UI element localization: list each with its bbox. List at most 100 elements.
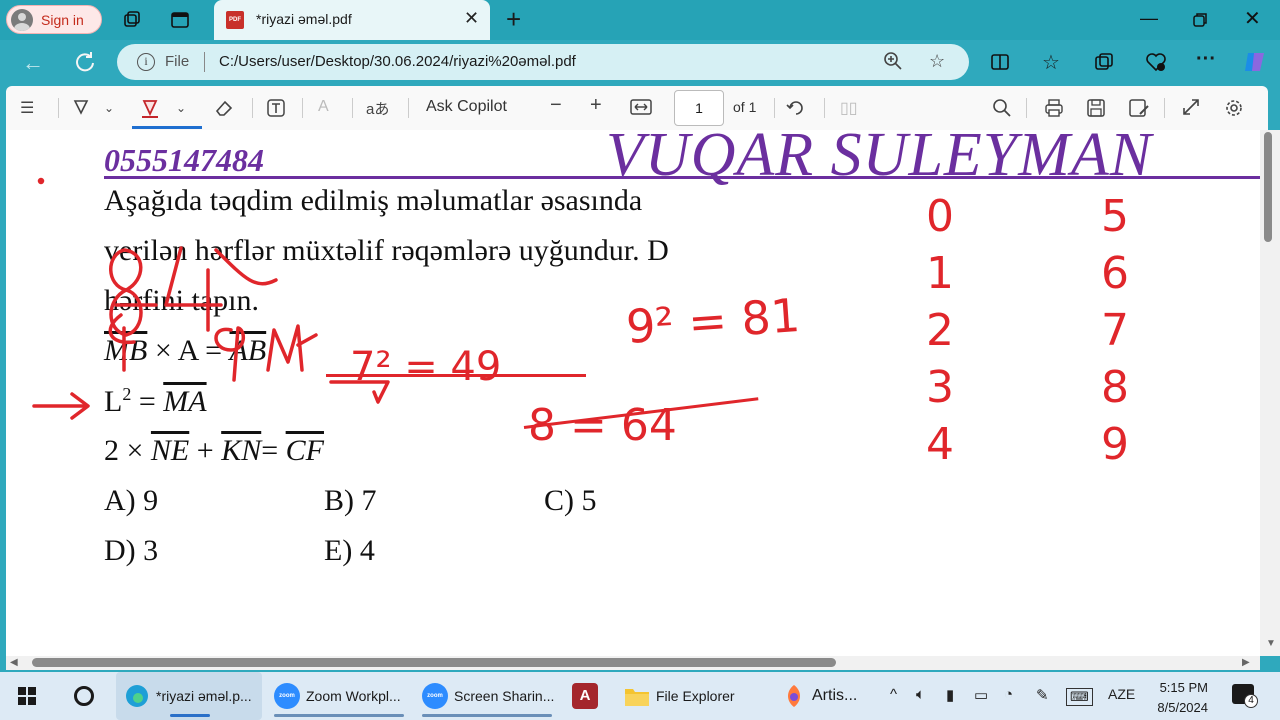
print-icon[interactable] <box>1044 98 1064 118</box>
settings-gear-icon[interactable] <box>1224 98 1244 118</box>
vertical-tabs-icon[interactable] <box>170 10 190 30</box>
address-separator <box>204 52 205 72</box>
minimize-button[interactable]: — <box>1140 8 1158 29</box>
ink-right-2: 7 <box>1101 305 1129 356</box>
fullscreen-icon[interactable] <box>1182 98 1200 116</box>
scroll-down-icon[interactable]: ▼ <box>1266 638 1276 649</box>
ink-strike-1 <box>326 374 586 377</box>
taskbar-screen-sharing[interactable]: zoom Screen Sharin... <box>422 672 554 720</box>
add-text-icon[interactable] <box>266 98 286 118</box>
taskbar-zoom-workplace[interactable]: zoom Zoom Workpl... <box>274 672 401 720</box>
highlight-dropdown-icon[interactable]: ⌄ <box>104 101 114 115</box>
clock-time: 5:15 PM <box>1159 680 1208 695</box>
toolbar-separator <box>1164 98 1165 118</box>
sign-in-label: Sign in <box>41 11 84 28</box>
browser-essentials-icon[interactable] <box>1145 52 1167 72</box>
erase-icon[interactable] <box>214 98 234 118</box>
title-bar: Sign in PDF *riyazi əməl.pdf ✕ + — ✕ <box>0 0 1280 40</box>
vertical-scrollbar[interactable]: ▼ <box>1260 130 1280 656</box>
refresh-icon[interactable] <box>74 51 96 73</box>
restore-button[interactable] <box>1192 12 1208 28</box>
ink-calc-2: 7² = 49 <box>350 344 502 390</box>
contents-icon[interactable]: ☰ <box>20 98 34 118</box>
page-view-icon: ▯▯ <box>840 100 858 117</box>
read-aloud-icon[interactable]: aあ <box>366 98 389 119</box>
highlight-icon[interactable] <box>72 98 90 116</box>
split-screen-icon[interactable] <box>990 52 1010 72</box>
favorite-star-icon[interactable]: ☆ <box>929 51 945 72</box>
search-icon[interactable] <box>992 98 1012 118</box>
keyboard-icon[interactable]: ⌨ <box>1066 688 1093 706</box>
ask-copilot-button[interactable]: Ask Copilot <box>426 98 507 116</box>
tab-pdf[interactable]: PDF *riyazi əməl.pdf ✕ <box>214 0 490 40</box>
save-icon[interactable] <box>1086 98 1106 118</box>
info-icon[interactable]: i <box>137 53 155 71</box>
address-prefix: File <box>165 53 190 70</box>
favorites-icon[interactable]: ☆ <box>1042 50 1060 75</box>
notification-count: 4 <box>1244 694 1258 708</box>
vertical-scroll-thumb[interactable] <box>1264 132 1272 242</box>
ink-right-4: 9 <box>1101 419 1129 470</box>
zoom-icon[interactable] <box>883 51 903 71</box>
scroll-right-icon[interactable]: ▶ <box>1242 657 1250 668</box>
new-tab-button[interactable]: + <box>506 4 521 35</box>
taskbar-edge[interactable]: *riyazi əməl.p... <box>116 672 262 720</box>
clock[interactable]: 5:15 PM 8/5/2024 <box>1150 678 1208 718</box>
more-menu-icon[interactable]: ··· <box>1196 48 1216 71</box>
scroll-left-icon[interactable]: ◀ <box>10 657 18 668</box>
ink-right-0: 5 <box>1101 191 1129 242</box>
rotate-icon[interactable] <box>786 98 806 118</box>
wifi-icon[interactable]: ◔ <box>1004 686 1013 703</box>
sign-in-button[interactable]: Sign in <box>6 5 102 34</box>
horizontal-scroll-thumb[interactable] <box>32 658 836 667</box>
folder-icon <box>625 689 649 706</box>
toolbar-separator <box>252 98 253 118</box>
draw-icon[interactable] <box>140 98 160 118</box>
draw-dropdown-icon[interactable]: ⌄ <box>176 101 186 115</box>
zoom-in-icon[interactable]: + <box>590 94 602 117</box>
zoom-out-icon[interactable]: − <box>550 94 562 117</box>
app-indicator <box>274 714 404 717</box>
show-hidden-icons[interactable]: ^ <box>890 686 897 703</box>
language-indicator[interactable]: AZE <box>1108 686 1135 702</box>
taskbar-file-explorer[interactable]: File Explorer <box>624 672 735 720</box>
collections-icon[interactable] <box>1094 52 1114 72</box>
page-number-input[interactable]: 1 <box>674 90 724 126</box>
ink-right-1: 6 <box>1101 248 1129 299</box>
toolbar-separator <box>58 98 59 118</box>
url-text[interactable]: C:/Users/user/Desktop/30.06.2024/riyazi%… <box>219 53 576 70</box>
address-bar[interactable]: i File C:/Users/user/Desktop/30.06.2024/… <box>117 44 969 80</box>
save-as-icon[interactable] <box>1128 98 1150 118</box>
battery-icon[interactable]: ▭ <box>974 686 988 704</box>
ink-left-4: 4 <box>926 419 954 470</box>
windows-start-icon[interactable] <box>18 687 36 705</box>
toolbar-separator <box>302 98 303 118</box>
active-app-indicator <box>170 714 210 717</box>
fit-to-page-icon[interactable] <box>630 98 652 116</box>
pdf-page[interactable]: 0555147484 VUQAR SÜLEYMAN Aşağıda təqdim… <box>6 130 1260 656</box>
pen-icon[interactable]: ✎ <box>1036 686 1049 704</box>
volume-icon[interactable]: 🔈︎ <box>916 686 925 703</box>
horizontal-scrollbar[interactable]: ◀ ▶ <box>6 656 1260 670</box>
taskbar-artist[interactable]: Artis... <box>782 672 857 720</box>
copilot-icon[interactable] <box>1242 49 1268 75</box>
notification-icon[interactable]: 4 <box>1232 684 1258 708</box>
workspaces-icon[interactable] <box>122 10 142 30</box>
toolbar-separator <box>408 98 409 118</box>
tab-title: *riyazi əməl.pdf <box>256 11 352 27</box>
artist-app-icon <box>788 685 800 707</box>
access-app-icon[interactable]: A <box>572 683 598 709</box>
ink-annotations <box>32 177 390 420</box>
back-icon[interactable]: ← <box>22 50 44 76</box>
search-circle-icon[interactable] <box>74 686 94 706</box>
close-tab-icon[interactable]: ✕ <box>464 8 479 29</box>
taskbar-label: *riyazi əməl.p... <box>156 688 252 704</box>
pdf-toolbar: ☰ ⌄ ⌄ A aあ Ask Copilot − + 1 of 1 ▯▯ <box>6 86 1268 130</box>
microphone-icon[interactable]: ▮ <box>946 686 954 704</box>
close-window-button[interactable]: ✕ <box>1244 6 1261 31</box>
active-tool-indicator <box>132 126 202 129</box>
toolbar-separator <box>824 98 825 118</box>
ink-left-3: 3 <box>926 362 954 413</box>
ink-left-1: 1 <box>926 248 954 299</box>
toolbar-separator <box>774 98 775 118</box>
